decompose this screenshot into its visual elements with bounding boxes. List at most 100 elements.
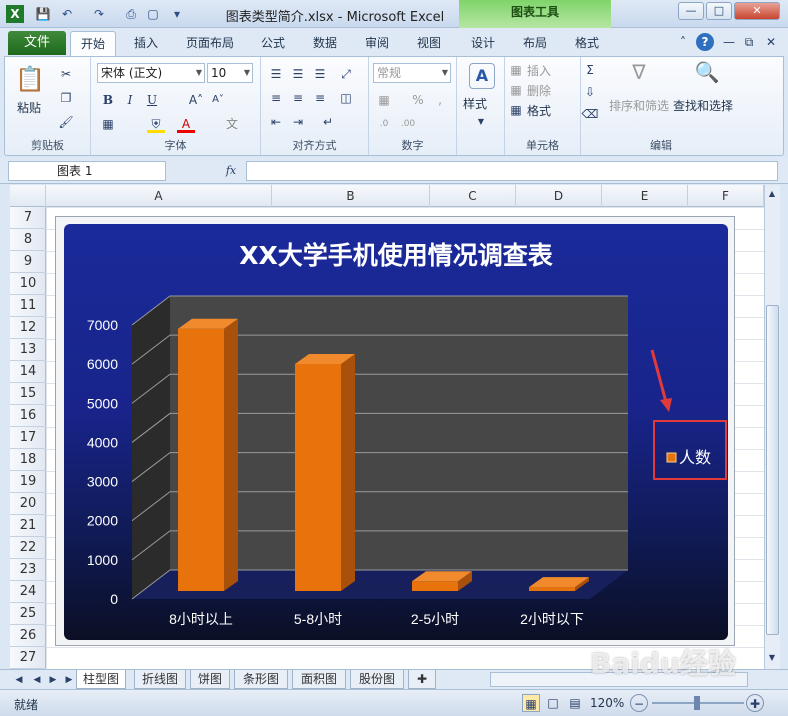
column-header[interactable]: D — [516, 185, 602, 207]
borders-icon[interactable]: ▦ — [99, 115, 117, 133]
row-header[interactable]: 24 — [10, 581, 46, 603]
chart-area[interactable]: XX大学手机使用情况调查表 0 1000 2000 3000 4000 5000 6000 7… — [64, 224, 728, 640]
page-break-view-icon[interactable]: ▤ — [566, 694, 584, 712]
tab-file[interactable]: 文件 — [8, 31, 66, 55]
insert-cells-button[interactable]: 插入 — [527, 62, 551, 79]
row-header[interactable]: 12 — [10, 317, 46, 339]
row-header[interactable]: 17 — [10, 427, 46, 449]
column-header[interactable]: A — [46, 185, 272, 207]
phonetic-icon[interactable]: 文 — [223, 115, 241, 133]
sheet-tab[interactable]: 柱型图 — [76, 670, 126, 689]
scroll-thumb[interactable] — [766, 305, 779, 635]
tab-insert[interactable]: 插入 — [124, 33, 168, 55]
redo-icon[interactable]: ↷ — [90, 5, 108, 23]
customize-quick-access-icon[interactable]: ▾ — [168, 5, 186, 23]
row-header[interactable]: 27 — [10, 647, 46, 669]
zoom-level[interactable]: 120% — [590, 696, 624, 710]
row-header[interactable]: 22 — [10, 537, 46, 559]
cut-icon[interactable]: ✂ — [57, 65, 75, 83]
close-button[interactable]: ✕ — [734, 2, 780, 20]
row-header[interactable]: 25 — [10, 603, 46, 625]
insert-cells-icon[interactable]: ▦ — [507, 61, 525, 79]
bold-icon[interactable]: B — [99, 91, 117, 109]
format-cells-button[interactable]: 格式 — [527, 102, 551, 119]
column-header[interactable]: E — [602, 185, 688, 207]
row-header[interactable]: 15 — [10, 383, 46, 405]
doc-restore-icon[interactable]: ⧉ — [740, 33, 758, 51]
help-icon[interactable]: ? — [696, 33, 714, 51]
minimize-ribbon-icon[interactable]: ˄ — [674, 33, 692, 51]
doc-close-icon[interactable]: ✕ — [762, 33, 780, 51]
print-icon[interactable]: ⎙ — [122, 5, 140, 23]
styles-button[interactable]: 样式 — [463, 95, 487, 112]
align-left-icon[interactable]: ≡ — [267, 89, 285, 107]
wrap-text-icon[interactable]: ↵ — [319, 113, 337, 131]
clear-icon[interactable]: ⌫ — [581, 105, 599, 123]
percent-icon[interactable]: % — [409, 91, 427, 109]
zoom-out-icon[interactable]: − — [630, 694, 648, 712]
row-header[interactable]: 18 — [10, 449, 46, 471]
row-header[interactable]: 19 — [10, 471, 46, 493]
vertical-scrollbar[interactable]: ▲ ▼ — [764, 185, 780, 669]
align-middle-icon[interactable]: ☰ — [289, 65, 307, 83]
delete-cells-button[interactable]: 删除 — [527, 82, 551, 99]
sheet-tab[interactable]: 折线图 — [134, 670, 186, 689]
tab-home[interactable]: 开始 — [70, 31, 116, 56]
sheet-tab[interactable]: 饼图 — [190, 670, 230, 689]
row-header[interactable]: 8 — [10, 229, 46, 251]
tab-page-layout[interactable]: 页面布局 — [178, 33, 242, 55]
row-header[interactable]: 7 — [10, 207, 46, 229]
delete-cells-icon[interactable]: ▦ — [507, 81, 525, 99]
row-header[interactable]: 14 — [10, 361, 46, 383]
font-name-select[interactable]: 宋体 (正文) ▼ — [97, 63, 205, 83]
row-header[interactable]: 11 — [10, 295, 46, 317]
comma-style-icon[interactable]: , — [431, 91, 449, 109]
orientation-icon[interactable]: ⤢ — [337, 65, 355, 83]
decrease-indent-icon[interactable]: ⇤ — [267, 113, 285, 131]
tab-chart-design[interactable]: 设计 — [462, 33, 504, 55]
insert-sheet-icon[interactable]: ✚ — [408, 670, 436, 689]
grow-font-icon[interactable]: A˄ — [187, 91, 205, 109]
row-header[interactable]: 26 — [10, 625, 46, 647]
sheet-tab[interactable]: 面积图 — [292, 670, 346, 689]
tab-view[interactable]: 视图 — [408, 33, 450, 55]
find-select-icon[interactable]: 🔍 — [693, 62, 721, 91]
autosum-icon[interactable]: Σ — [581, 61, 599, 79]
increase-indent-icon[interactable]: ⇥ — [289, 113, 307, 131]
styles-icon[interactable]: A — [469, 63, 495, 89]
column-header[interactable]: F — [688, 185, 764, 207]
print-preview-icon[interactable]: ▢ — [144, 5, 162, 23]
row-header[interactable]: 20 — [10, 493, 46, 515]
tab-chart-layout[interactable]: 布局 — [514, 33, 556, 55]
sheet-tab[interactable]: 股份图 — [350, 670, 404, 689]
underline-icon[interactable]: U — [143, 91, 161, 109]
row-header[interactable]: 10 — [10, 273, 46, 295]
scroll-up-icon[interactable]: ▲ — [764, 185, 780, 203]
row-header[interactable]: 21 — [10, 515, 46, 537]
align-top-icon[interactable]: ☰ — [267, 65, 285, 83]
tab-data[interactable]: 数据 — [304, 33, 346, 55]
paste-icon[interactable]: 📋 — [15, 63, 45, 95]
align-center-icon[interactable]: ≡ — [289, 89, 307, 107]
increase-decimal-icon[interactable]: .0 — [375, 115, 393, 133]
zoom-slider-handle[interactable] — [694, 696, 700, 710]
zoom-in-icon[interactable]: ✚ — [746, 694, 764, 712]
select-all-corner[interactable] — [10, 185, 46, 207]
column-header[interactable]: B — [272, 185, 430, 207]
chevron-down-icon[interactable]: ▼ — [472, 113, 490, 131]
align-bottom-icon[interactable]: ☰ — [311, 65, 329, 83]
row-header[interactable]: 23 — [10, 559, 46, 581]
merge-center-icon[interactable]: ◫ — [337, 89, 355, 107]
undo-icon[interactable]: ↶ — [58, 5, 76, 23]
currency-icon[interactable]: ▦ — [375, 91, 393, 109]
font-color-icon[interactable]: A — [177, 115, 195, 133]
format-cells-icon[interactable]: ▦ — [507, 101, 525, 119]
sort-filter-icon[interactable]: ∇ — [625, 62, 653, 91]
doc-minimize-icon[interactable]: — — [720, 33, 738, 51]
align-right-icon[interactable]: ≡ — [311, 89, 329, 107]
fill-icon[interactable]: ⇩ — [581, 83, 599, 101]
paste-button[interactable]: 粘贴 — [17, 99, 41, 116]
tab-chart-format[interactable]: 格式 — [566, 33, 608, 55]
save-icon[interactable]: 💾 — [34, 5, 52, 23]
normal-view-icon[interactable]: ▦ — [522, 694, 540, 712]
